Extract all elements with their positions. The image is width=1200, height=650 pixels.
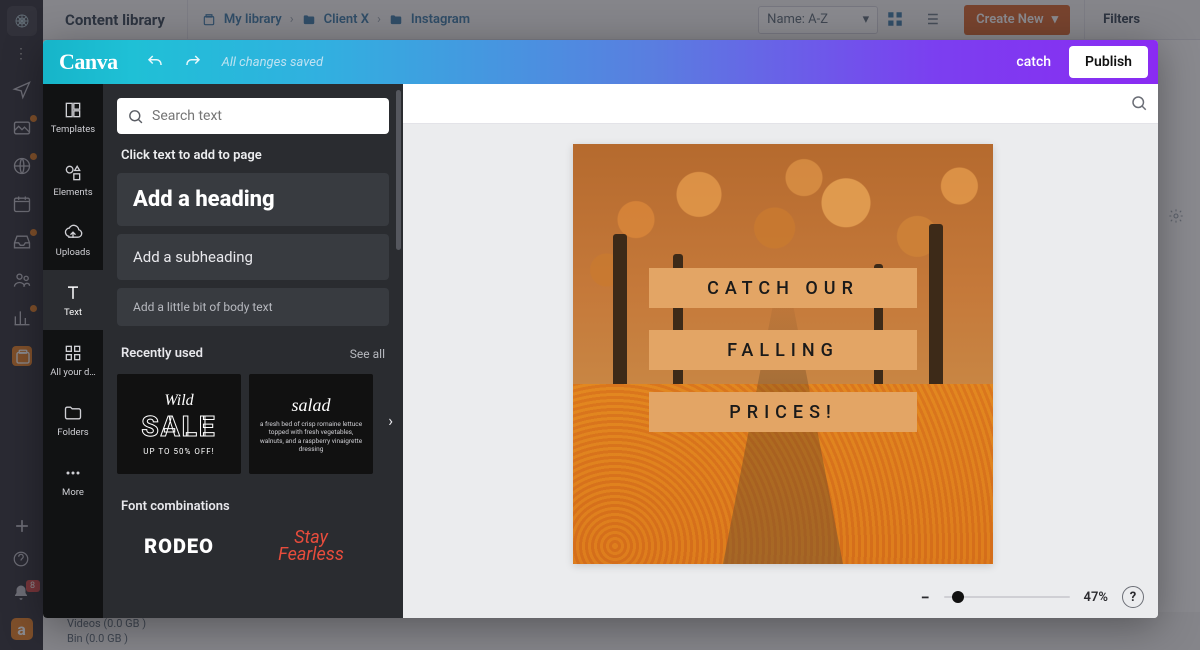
add-subheading-button[interactable]: Add a subheading — [117, 234, 389, 280]
recently-used-header: Recently used — [121, 346, 203, 361]
canva-topbar: Canva All changes saved catch Publish — [43, 40, 1158, 84]
zoom-controls: − 47% ? — [921, 586, 1144, 608]
tab-elements[interactable]: Elements — [43, 150, 103, 210]
tab-text[interactable]: Text — [43, 270, 103, 330]
help-icon[interactable]: ? — [1122, 586, 1144, 608]
canva-logo[interactable]: Canva — [59, 49, 118, 75]
panel-hint: Click text to add to page — [121, 148, 385, 163]
text-panel: Click text to add to page Add a heading … — [103, 84, 403, 618]
canvas-area: CATCH OUR FALLING PRICES! − 47% ? — [403, 84, 1158, 618]
chevron-right-icon[interactable]: › — [388, 411, 393, 430]
tab-folders[interactable]: Folders — [43, 390, 103, 450]
add-heading-button[interactable]: Add a heading — [117, 173, 389, 226]
recent-thumbs: Wild SALE UP TO 50% OFF! salad a fresh b… — [117, 369, 389, 479]
save-status: All changes saved — [222, 55, 323, 70]
search-field[interactable] — [152, 108, 379, 124]
template-thumb[interactable]: salad a fresh bed of crisp romaine lettu… — [249, 374, 373, 474]
font-combo-thumb[interactable]: StayFearless — [249, 522, 373, 570]
canvas-toolbar — [403, 84, 1158, 124]
document-name[interactable]: catch — [1016, 54, 1051, 70]
canvas-text-line1[interactable]: CATCH OUR — [649, 268, 917, 308]
undo-icon[interactable] — [142, 49, 168, 75]
zoom-percent[interactable]: 47% — [1084, 590, 1108, 605]
template-thumb[interactable]: Wild SALE UP TO 50% OFF! — [117, 374, 241, 474]
font-combo-thumb[interactable]: RODEO — [117, 522, 241, 570]
search-icon[interactable] — [1130, 94, 1148, 112]
add-body-button[interactable]: Add a little bit of body text — [117, 288, 389, 326]
redo-icon[interactable] — [180, 49, 206, 75]
zoom-slider[interactable] — [944, 596, 1070, 598]
tab-templates[interactable]: Templates — [43, 84, 103, 150]
side-tabs: Templates Elements Uploads Text All your… — [43, 84, 103, 618]
publish-button[interactable]: Publish — [1069, 46, 1148, 78]
zoom-out-icon[interactable]: − — [921, 588, 930, 607]
tab-more[interactable]: More — [43, 450, 103, 510]
canvas-text-line3[interactable]: PRICES! — [649, 392, 917, 432]
tab-uploads[interactable]: Uploads — [43, 210, 103, 270]
search-input[interactable] — [117, 98, 389, 134]
panel-scrollbar[interactable] — [396, 90, 401, 250]
canvas-text-line2[interactable]: FALLING — [649, 330, 917, 370]
tab-all-designs[interactable]: All your d… — [43, 330, 103, 390]
artboard[interactable]: CATCH OUR FALLING PRICES! — [573, 144, 993, 564]
search-icon — [127, 108, 144, 125]
font-combos-header: Font combinations — [121, 499, 230, 514]
canva-editor: Canva All changes saved catch Publish Te… — [43, 40, 1158, 618]
see-all-link[interactable]: See all — [350, 347, 385, 361]
